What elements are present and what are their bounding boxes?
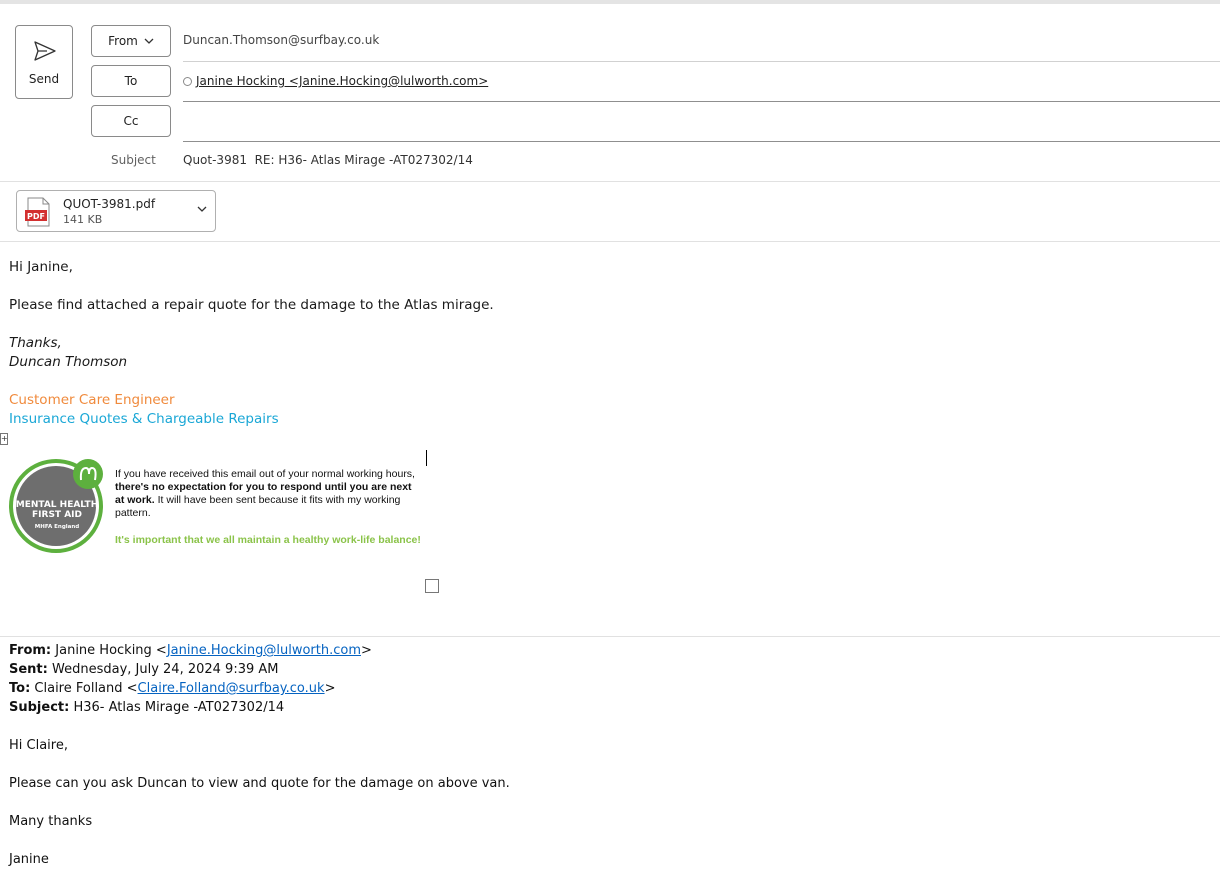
- quoted-sent-line: Sent: Wednesday, July 24, 2024 9:39 AM: [9, 662, 279, 677]
- work-life-balance-note: It's important that we all maintain a he…: [115, 534, 421, 546]
- image-placeholder-icon[interactable]: [425, 579, 439, 593]
- to-button[interactable]: To: [91, 65, 171, 97]
- to-label: To: [124, 74, 138, 88]
- to-recipient-name[interactable]: Janine Hocking <Janine.Hocking@lulworth.…: [196, 74, 488, 88]
- mhfa-badge-logo: MENTAL HEALTH FIRST AID MHFA England: [9, 459, 103, 553]
- send-label: Send: [28, 72, 60, 86]
- quoted-separator: [0, 636, 1220, 637]
- from-field-underline: [183, 61, 1220, 62]
- quoted-from-label: From:: [9, 643, 52, 658]
- window-top-border: [0, 0, 1220, 4]
- quoted-to-line: To: Claire Folland <Claire.Folland@surfb…: [9, 681, 335, 696]
- body-thanks: Thanks,: [9, 335, 62, 351]
- badge-line-2: FIRST AID: [32, 510, 82, 520]
- signature-department: Insurance Quotes & Chargeable Repairs: [9, 411, 279, 427]
- presence-icon: [183, 76, 192, 86]
- quoted-from-end: >: [360, 643, 372, 658]
- from-address: Duncan.Thomson@surfbay.co.uk: [183, 33, 380, 47]
- attachment-chevron-down-icon[interactable]: [197, 206, 207, 212]
- header-separator: [0, 181, 1220, 182]
- quoted-to-end: >: [324, 681, 336, 696]
- quoted-to-label: To:: [9, 681, 31, 696]
- badge-line-1: MENTAL HEALTH: [16, 500, 98, 510]
- table-move-handle-icon[interactable]: +: [0, 433, 8, 445]
- from-button[interactable]: From: [91, 25, 171, 57]
- quoted-from-name: Janine Hocking <: [51, 643, 167, 658]
- quoted-greeting: Hi Claire,: [9, 738, 68, 753]
- body-line: Please find attached a repair quote for …: [9, 297, 494, 313]
- cc-label: Cc: [123, 114, 139, 128]
- from-label: From: [108, 34, 138, 48]
- cc-button[interactable]: Cc: [91, 105, 171, 137]
- subject-input[interactable]: Quot-3981 RE: H36- Atlas Mirage -AT02730…: [183, 153, 473, 167]
- send-button[interactable]: Send: [15, 25, 73, 99]
- to-field-underline: [183, 101, 1220, 102]
- send-icon: [34, 41, 56, 61]
- quoted-signer: Janine: [9, 852, 49, 867]
- quoted-to-name: Claire Folland <: [30, 681, 138, 696]
- signature-name: Duncan Thomson: [9, 354, 128, 370]
- quoted-thanks: Many thanks: [9, 814, 93, 829]
- attachment-file-size: 141 KB: [63, 213, 103, 226]
- badge-line-3: MHFA England: [35, 524, 79, 530]
- signature-role: Customer Care Engineer: [9, 392, 175, 408]
- quoted-sent-value: Wednesday, July 24, 2024 9:39 AM: [47, 662, 279, 677]
- quoted-to-email-link[interactable]: Claire.Folland@surfbay.co.uk: [138, 681, 325, 696]
- quoted-body-line: Please can you ask Duncan to view and qu…: [9, 776, 510, 791]
- attachment-separator: [0, 241, 1220, 242]
- text-cursor: [426, 450, 427, 466]
- note-part-2: It will have been sent because it fits w…: [115, 494, 401, 519]
- quoted-sent-label: Sent:: [9, 662, 48, 677]
- cc-field-underline[interactable]: [183, 141, 1220, 142]
- chevron-down-icon: [144, 38, 154, 44]
- quoted-from-line: From: Janine Hocking <Janine.Hocking@lul…: [9, 643, 372, 658]
- working-hours-note: If you have received this email out of y…: [115, 468, 415, 520]
- subject-label: Subject: [111, 153, 156, 167]
- body-greeting: Hi Janine,: [9, 259, 73, 275]
- to-recipient-chip[interactable]: Janine Hocking <Janine.Hocking@lulworth.…: [183, 74, 488, 88]
- quoted-from-email-link[interactable]: Janine.Hocking@lulworth.com: [167, 643, 361, 658]
- attachment-card[interactable]: PDF QUOT-3981.pdf 141 KB: [16, 190, 216, 232]
- pdf-icon-text: PDF: [27, 212, 45, 221]
- quoted-subject-line: Subject: H36- Atlas Mirage -AT027302/14: [9, 700, 284, 715]
- note-part-1: If you have received this email out of y…: [115, 468, 415, 480]
- attachment-file-name: QUOT-3981.pdf: [63, 197, 156, 211]
- pdf-file-icon: PDF: [25, 197, 50, 227]
- quoted-subject-value: H36- Atlas Mirage -AT027302/14: [69, 700, 285, 715]
- quoted-subject-label: Subject:: [9, 700, 70, 715]
